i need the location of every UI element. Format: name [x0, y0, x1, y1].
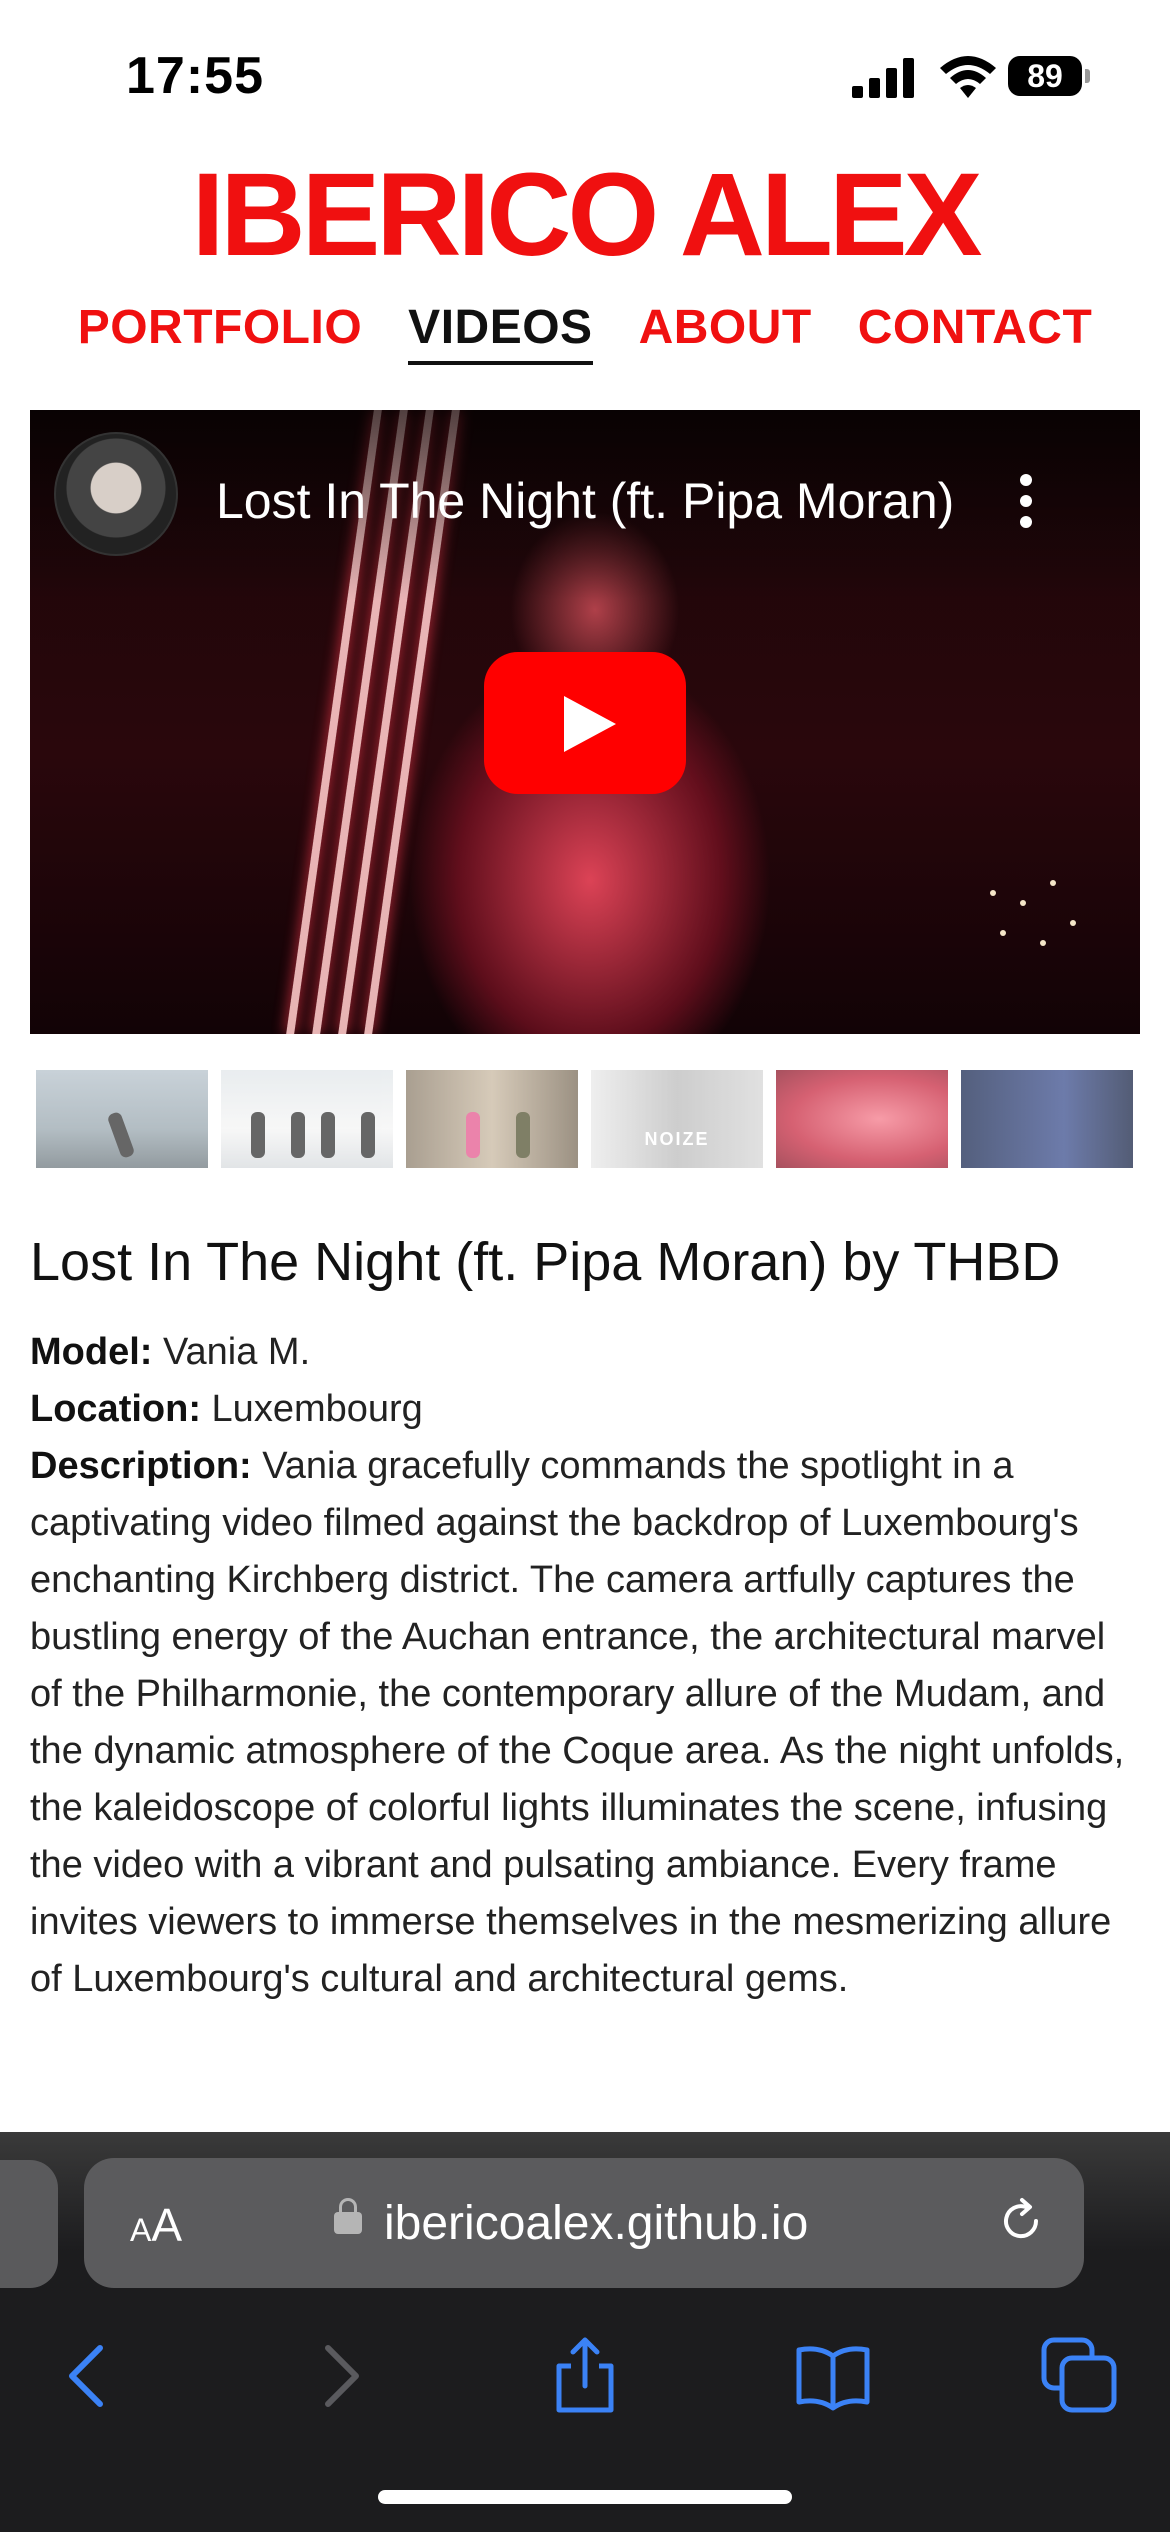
reload-icon[interactable] [996, 2196, 1046, 2246]
back-icon[interactable] [48, 2336, 128, 2416]
browser-chrome: AA ibericoalex.github.io [0, 2132, 1170, 2532]
video-thumbnail[interactable] [36, 1070, 208, 1168]
location-label: Location: [30, 1388, 201, 1430]
main-nav: PORTFOLIO VIDEOS ABOUT CONTACT [0, 300, 1170, 365]
lock-icon [334, 2198, 362, 2234]
share-icon[interactable] [545, 2336, 625, 2416]
video-thumbnail[interactable]: NOIZE [591, 1070, 763, 1168]
location-value: Luxembourg [211, 1388, 423, 1430]
battery-icon: 89 [1008, 56, 1090, 96]
site-title[interactable]: IBERICO ALEX [0, 150, 1170, 280]
battery-level: 89 [1008, 56, 1082, 96]
more-options-icon[interactable] [1016, 474, 1036, 534]
status-time: 17:55 [126, 47, 264, 105]
url-text[interactable]: ibericoalex.github.io [384, 2196, 808, 2251]
cellular-signal-icon [852, 58, 914, 98]
video-player[interactable]: Lost In The Night (ft. Pipa Moran) [30, 410, 1140, 1034]
video-title[interactable]: Lost In The Night (ft. Pipa Moran) [216, 472, 976, 530]
video-thumbnail[interactable] [406, 1070, 578, 1168]
tabs-icon[interactable] [1040, 2336, 1120, 2416]
description-text: Vania gracefully commands the spotlight … [30, 1445, 1125, 2000]
thumbnail-caption: NOIZE [644, 1129, 710, 1149]
forward-icon[interactable] [300, 2336, 380, 2416]
nav-about[interactable]: ABOUT [639, 300, 812, 365]
previous-tab-peek[interactable] [0, 2160, 58, 2288]
nav-portfolio[interactable]: PORTFOLIO [78, 300, 362, 365]
wifi-icon [940, 56, 996, 98]
description-line: Description: Vania gracefully commands t… [30, 1438, 1140, 2008]
model-value: Vania M. [163, 1331, 311, 1373]
home-indicator [378, 2490, 792, 2504]
model-line: Model: Vania M. [30, 1324, 1140, 1381]
description-label: Description: [30, 1445, 252, 1487]
model-label: Model: [30, 1331, 153, 1373]
nav-videos[interactable]: VIDEOS [408, 300, 593, 365]
location-line: Location: Luxembourg [30, 1381, 1140, 1438]
channel-avatar[interactable] [54, 432, 178, 556]
video-thumbnail[interactable] [221, 1070, 393, 1168]
play-button[interactable] [484, 652, 686, 794]
video-thumbnails: NOIZE [36, 1070, 1136, 1168]
nav-contact[interactable]: CONTACT [858, 300, 1093, 365]
video-thumbnail[interactable] [776, 1070, 948, 1168]
browser-toolbar [0, 2316, 1170, 2426]
reader-settings-button[interactable]: AA [130, 2198, 182, 2252]
bookmarks-icon[interactable] [793, 2336, 873, 2416]
status-bar: 17:55 89 [0, 0, 1170, 150]
address-bar[interactable]: AA ibericoalex.github.io [84, 2158, 1084, 2288]
video-heading: Lost In The Night (ft. Pipa Moran) by TH… [30, 1232, 1061, 1292]
video-details: Lost In The Night (ft. Pipa Moran) by TH… [30, 1222, 1140, 2008]
video-thumbnail[interactable] [961, 1070, 1133, 1168]
